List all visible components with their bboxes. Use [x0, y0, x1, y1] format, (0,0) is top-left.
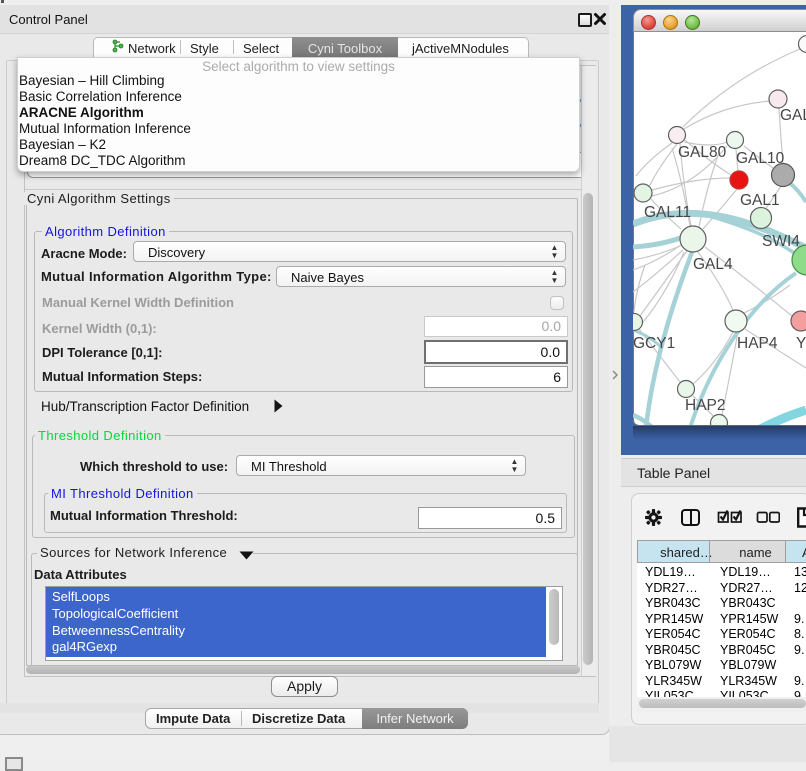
svg-text:Y: Y — [796, 335, 806, 352]
svg-text:SWI4: SWI4 — [762, 233, 800, 250]
svg-text:HAP2: HAP2 — [685, 397, 726, 414]
svg-text:GAL11: GAL11 — [644, 204, 691, 221]
svg-text:HAP4: HAP4 — [737, 335, 778, 352]
svg-text:GAL7: GAL7 — [780, 107, 806, 124]
svg-text:GCY1: GCY1 — [633, 335, 675, 352]
svg-text:GAL10: GAL10 — [736, 150, 785, 167]
svg-text:GAL4: GAL4 — [693, 256, 733, 273]
svg-text:GAL80: GAL80 — [678, 144, 727, 161]
svg-text:GAL1: GAL1 — [740, 192, 780, 209]
